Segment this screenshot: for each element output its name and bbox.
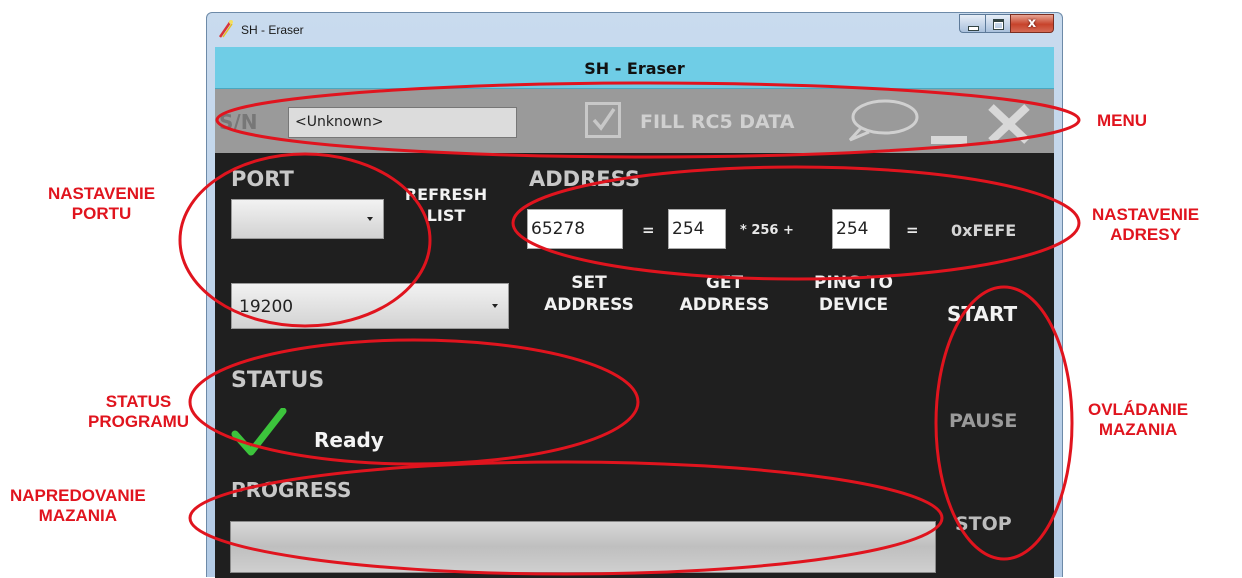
address-ellipse: [511, 165, 1081, 281]
status-ellipse: [188, 338, 640, 466]
annotation-status-line1: STATUS: [105, 392, 172, 411]
annotation-port-line2: PORTU: [71, 203, 132, 223]
annotation-status-line2: PROGRAMU: [88, 411, 190, 431]
annotation-port: NASTAVENIE PORTU: [48, 184, 155, 223]
port-ellipse: [178, 152, 432, 328]
annotation-progress-line2: MAZANIA: [38, 505, 118, 525]
annotation-overlay: [178, 81, 1081, 576]
annotation-status: STATUS PROGRAMU: [88, 392, 189, 431]
menu-ellipse: [215, 81, 1081, 159]
annotation-control: OVLÁDANIE MAZANIA: [1088, 400, 1188, 439]
progress-ellipse: [188, 460, 944, 576]
annotation-address-line1: NASTAVENIE: [1092, 205, 1200, 224]
control-ellipse: [934, 285, 1074, 561]
annotation-control-line1: OVLÁDANIE: [1088, 400, 1189, 419]
annotation-address-line2: ADRESY: [1110, 224, 1181, 244]
annotation-address: NASTAVENIE ADRESY: [1092, 205, 1199, 244]
annotation-control-line2: MAZANIA: [1098, 419, 1178, 439]
annotation-progress: NAPREDOVANIE MAZANIA: [10, 486, 146, 525]
annotation-progress-line1: NAPREDOVANIE: [10, 486, 146, 505]
annotation-port-line1: NASTAVENIE: [48, 184, 156, 203]
annotation-menu: MENU: [1097, 111, 1148, 130]
